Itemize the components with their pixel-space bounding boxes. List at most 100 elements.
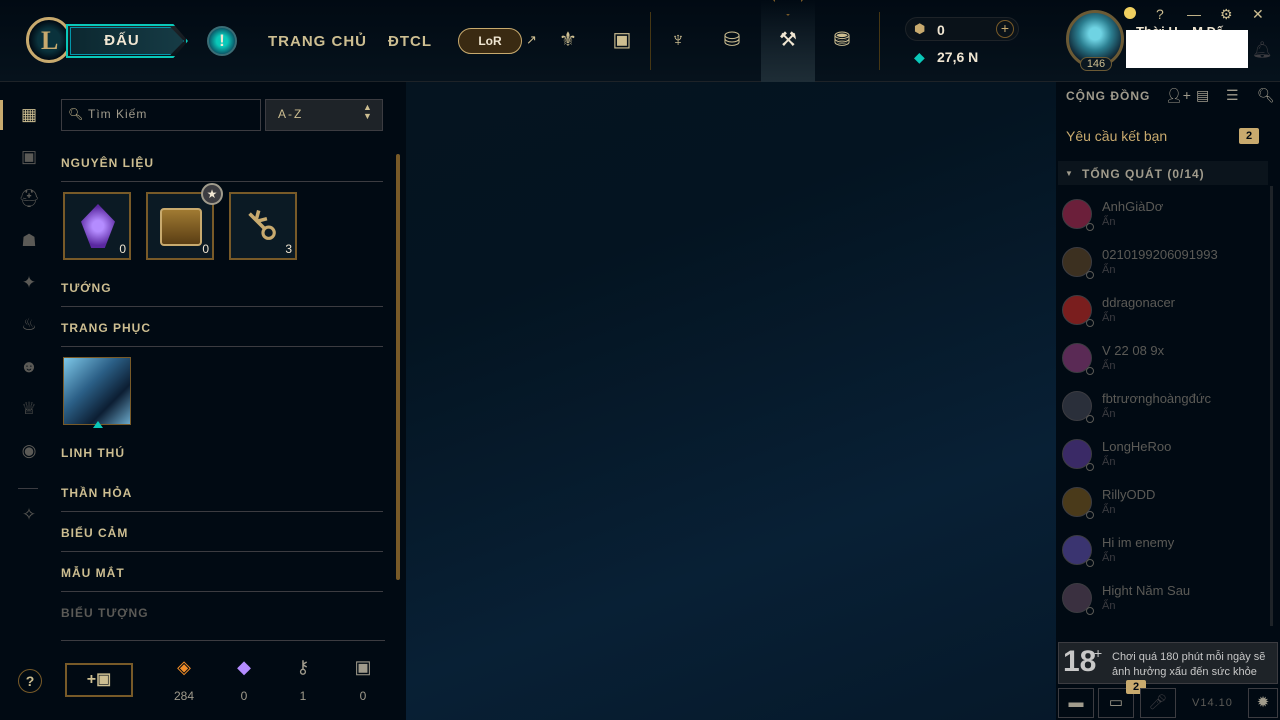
league-logo[interactable]: L (26, 17, 72, 63)
spell-icon[interactable]: ✦ (17, 271, 41, 295)
profile-icon[interactable]: ◉ (17, 439, 41, 463)
search-icon[interactable]: 🔍︎ (1257, 87, 1275, 104)
rail-active-indicator (0, 100, 3, 130)
orange-essence-value: 284 (173, 689, 195, 703)
play-button-label[interactable]: ĐẤU (82, 32, 162, 49)
tft-icon[interactable]: ✧ (17, 503, 41, 527)
star-icon: ★ (201, 183, 223, 205)
friend-item[interactable]: ddragonacer Ẩn (1062, 295, 1262, 339)
orange-essence-icon: ◈ (177, 657, 191, 677)
category-wards[interactable]: THẦN HỎA (61, 486, 383, 512)
friend-status: Ẩn (1102, 552, 1116, 564)
ward-icon[interactable]: ♨ (17, 313, 41, 337)
blue-essence-icon: ◆ (914, 49, 925, 65)
friend-name: LongHeRoo (1102, 439, 1172, 454)
friend-name: ddragonacer (1102, 295, 1175, 310)
friend-item[interactable]: Hight Năm Sau Ẩn (1062, 583, 1262, 627)
friend-name: V 22 08 9x (1102, 343, 1165, 358)
social-scrollbar[interactable] (1270, 186, 1273, 626)
helmet-icon[interactable]: ⛑ (17, 187, 41, 211)
age-plus: + (1094, 645, 1103, 661)
chest-icon (160, 208, 202, 246)
grid-icon[interactable]: ▦ (17, 103, 41, 127)
chat-button[interactable]: ▬ (1058, 688, 1094, 718)
friend-status: Ẩn (1102, 456, 1116, 468)
key-fragment-value: 1 (299, 689, 307, 703)
friend-item[interactable]: AnhGiàDơ Ẩn (1062, 199, 1262, 243)
nav-home[interactable]: TRANG CHỦ (268, 33, 367, 50)
friend-group-label[interactable]: TỔNG QUÁT (0/14) (1082, 167, 1205, 181)
item-count: 3 (285, 242, 292, 256)
list-icon[interactable]: ☰ (1226, 87, 1239, 104)
status-dot[interactable] (1124, 7, 1136, 19)
friend-item[interactable]: fbtrươnghoàngđức Ẩn (1062, 391, 1262, 435)
friend-item[interactable]: V 22 08 9x Ẩn (1062, 343, 1262, 387)
friend-status: Ẩn (1102, 600, 1116, 612)
settings-icon[interactable]: ⚙ (1220, 6, 1233, 23)
category-champions[interactable]: TƯỚNG (61, 281, 383, 307)
friend-item[interactable]: Hi im enemy Ẩn (1062, 535, 1262, 579)
redaction-box (1126, 30, 1248, 68)
craft-token-button[interactable]: +▣ (65, 663, 133, 697)
add-folder-icon[interactable]: ▤ (1196, 87, 1209, 104)
status-dot (1086, 223, 1094, 231)
category-skins[interactable]: TRANG PHỤC (61, 321, 383, 347)
rp-icon: ⬢ (914, 21, 926, 36)
friend-item[interactable]: 0210199206091993 Ẩn (1062, 247, 1262, 291)
category-icons[interactable]: BIỂU TƯỢNG (61, 606, 383, 632)
friend-name: RillyODD (1102, 487, 1156, 502)
search-input[interactable] (88, 107, 256, 121)
bell-icon[interactable]: 🔔︎ (1252, 40, 1272, 60)
friend-requests[interactable]: Yêu cầu kết bạn (1066, 128, 1167, 144)
status-dot (1086, 271, 1094, 279)
friend-status: Ẩn (1102, 408, 1116, 420)
category-emotes[interactable]: BIỂU CẢM (61, 526, 383, 552)
category-eyes[interactable]: MẪU MẮT (61, 566, 383, 592)
category-materials[interactable]: NGUYÊN LIỆU (61, 156, 383, 182)
lor-button[interactable]: LoR (458, 28, 522, 54)
crafting-tab-icon[interactable]: ⚒ (774, 26, 802, 54)
search-box[interactable] (61, 99, 261, 131)
material-mythic-essence[interactable]: 0 (63, 192, 131, 260)
friend-requests-badge: 2 (1239, 128, 1259, 144)
friend-item[interactable]: RillyODD Ẩn (1062, 487, 1262, 531)
mask-icon[interactable]: ☗ (17, 229, 41, 253)
store-tab-icon[interactable]: ⛃ (828, 26, 856, 54)
emote-icon[interactable]: ☻ (17, 355, 41, 379)
item-count: 0 (202, 242, 209, 256)
status-dot (1086, 415, 1094, 423)
collection-tab-icon[interactable]: ▣ (608, 26, 636, 54)
skin-shard[interactable] (63, 357, 131, 425)
voice-button[interactable]: 🎤︎ (1140, 688, 1176, 718)
mythic-essence-value: 0 (240, 689, 248, 703)
category-companions[interactable]: LINH THÚ (61, 446, 383, 472)
status-dot (1086, 607, 1094, 615)
buy-rp-button[interactable]: + (996, 20, 1014, 38)
friend-name: fbtrươnghoàngđức (1102, 391, 1212, 406)
add-friend-icon[interactable]: 👤︎+ (1165, 87, 1191, 104)
help-button[interactable]: ? (18, 669, 42, 693)
collection-icon[interactable]: ▣ (17, 145, 41, 169)
alert-icon[interactable]: ! (207, 26, 237, 56)
mythic-essence-icon: ◆ (237, 657, 251, 677)
help-icon[interactable]: ? (1156, 6, 1164, 22)
key-icon: ⚷ (232, 197, 288, 252)
clash-icon[interactable]: ⚜ (554, 26, 582, 54)
bug-report-button[interactable]: ✹ (1248, 688, 1278, 718)
friend-status: Ẩn (1102, 360, 1116, 372)
friend-item[interactable]: LongHeRoo Ẩn (1062, 439, 1262, 483)
token-value: 0 (359, 689, 367, 703)
friend-name: Hi im enemy (1102, 535, 1175, 550)
scrollbar[interactable] (396, 154, 400, 580)
blue-essence-value: 27,6 N (937, 49, 979, 65)
material-key[interactable]: ⚷ 3 (229, 192, 297, 260)
close-icon[interactable]: ✕ (1252, 6, 1264, 23)
divider (879, 12, 880, 70)
nav-tft[interactable]: ĐTCL (388, 33, 432, 50)
friend-status: Ẩn (1102, 504, 1116, 516)
minimize-icon[interactable]: — (1187, 6, 1201, 22)
skin-marker (93, 421, 103, 428)
companion-icon[interactable]: ♕ (17, 397, 41, 421)
loot-tab-icon[interactable]: ⛁ (718, 26, 746, 54)
profile-tab-icon[interactable]: ♆ (664, 26, 692, 54)
